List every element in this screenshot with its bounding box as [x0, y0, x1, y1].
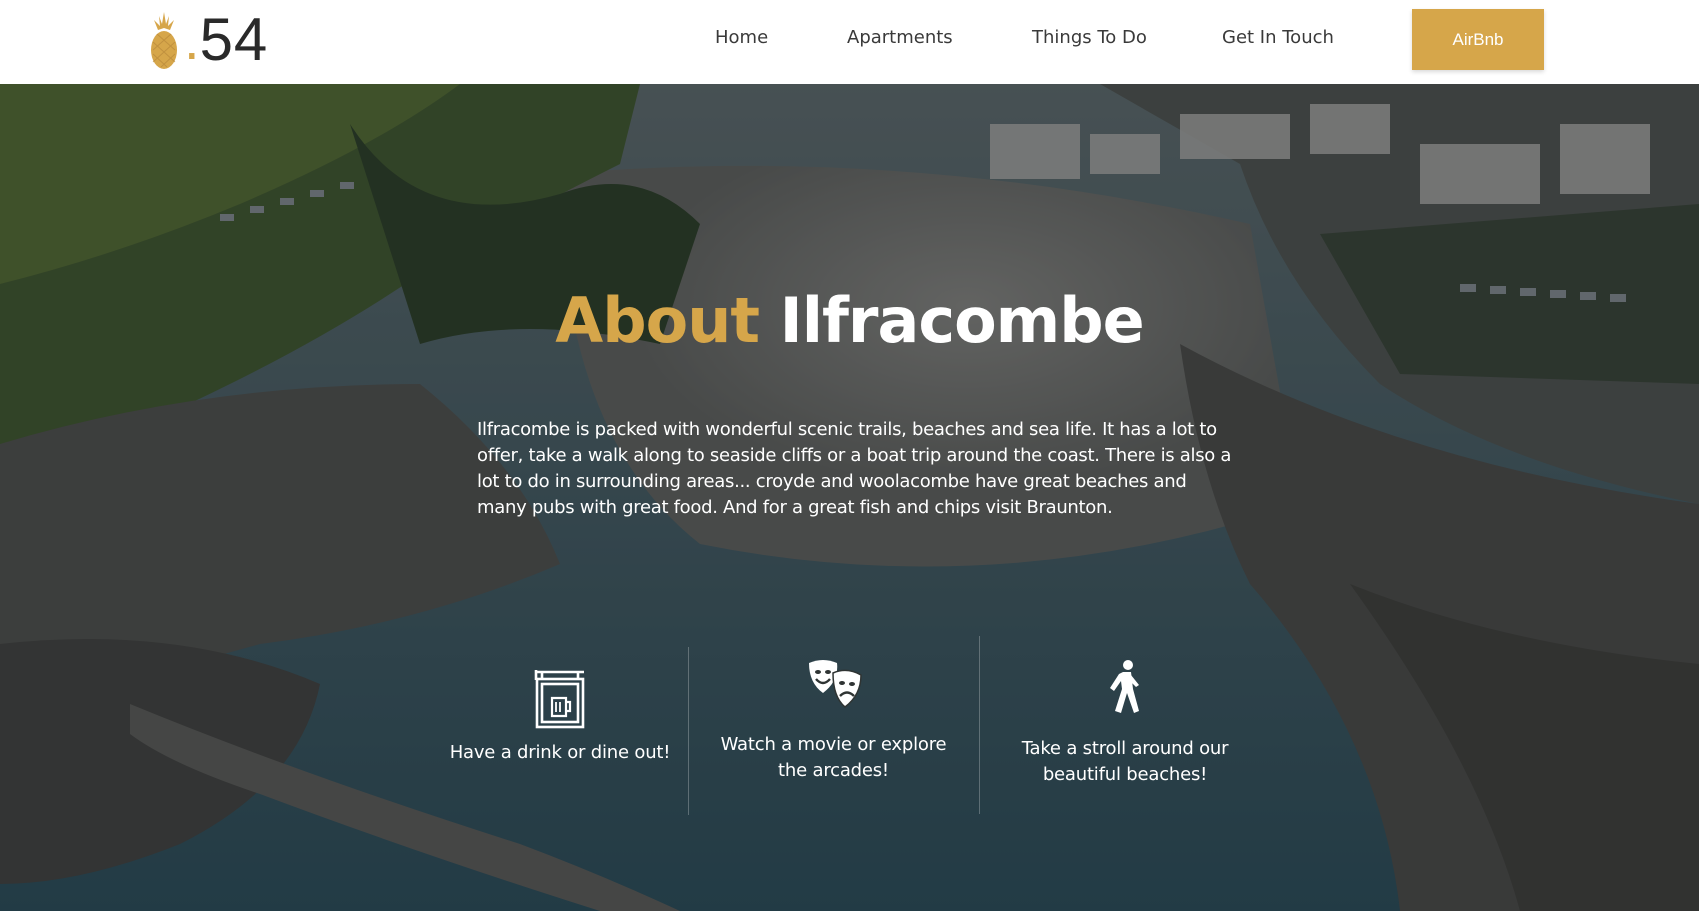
- site-header: . 54 Home Apartments Things To Do Get In…: [0, 0, 1699, 84]
- theater-masks-icon: [808, 660, 862, 708]
- hero-description: Ilfracombe is packed with wonderful scen…: [477, 419, 1232, 518]
- title-main: Ilfracombe: [779, 284, 1145, 357]
- page-title: About Ilfracombe: [0, 283, 1699, 359]
- airbnb-button[interactable]: AirBnb: [1412, 9, 1544, 70]
- feature-label: Watch a movie or explore the arcades!: [720, 734, 947, 781]
- feature-divider: [979, 636, 980, 814]
- feature-movies-arcades: Watch a movie or explore the arcades!: [705, 659, 962, 784]
- walking-person-icon: [1110, 660, 1139, 713]
- feature-label: Have a drink or dine out!: [449, 742, 671, 763]
- feature-divider: [688, 647, 689, 815]
- logo-number: 54: [199, 6, 269, 73]
- site-logo[interactable]: . 54: [148, 6, 268, 70]
- feature-label: Take a stroll around our beautiful beach…: [1021, 738, 1229, 785]
- nav-get-in-touch[interactable]: Get In Touch: [1222, 27, 1334, 48]
- pub-sign-icon: [534, 670, 585, 729]
- logo-dot: .: [184, 8, 200, 71]
- nav-home[interactable]: Home: [715, 27, 768, 48]
- title-accent: About: [555, 284, 760, 357]
- feature-beach-stroll: Take a stroll around our beautiful beach…: [1000, 659, 1250, 788]
- nav-apartments[interactable]: Apartments: [847, 27, 953, 48]
- hero-section: About Ilfracombe Ilfracombe is packed wi…: [0, 84, 1699, 911]
- nav-things-to-do[interactable]: Things To Do: [1032, 27, 1147, 48]
- feature-dine-out: Have a drink or dine out!: [440, 668, 680, 766]
- pineapple-icon: [151, 12, 177, 69]
